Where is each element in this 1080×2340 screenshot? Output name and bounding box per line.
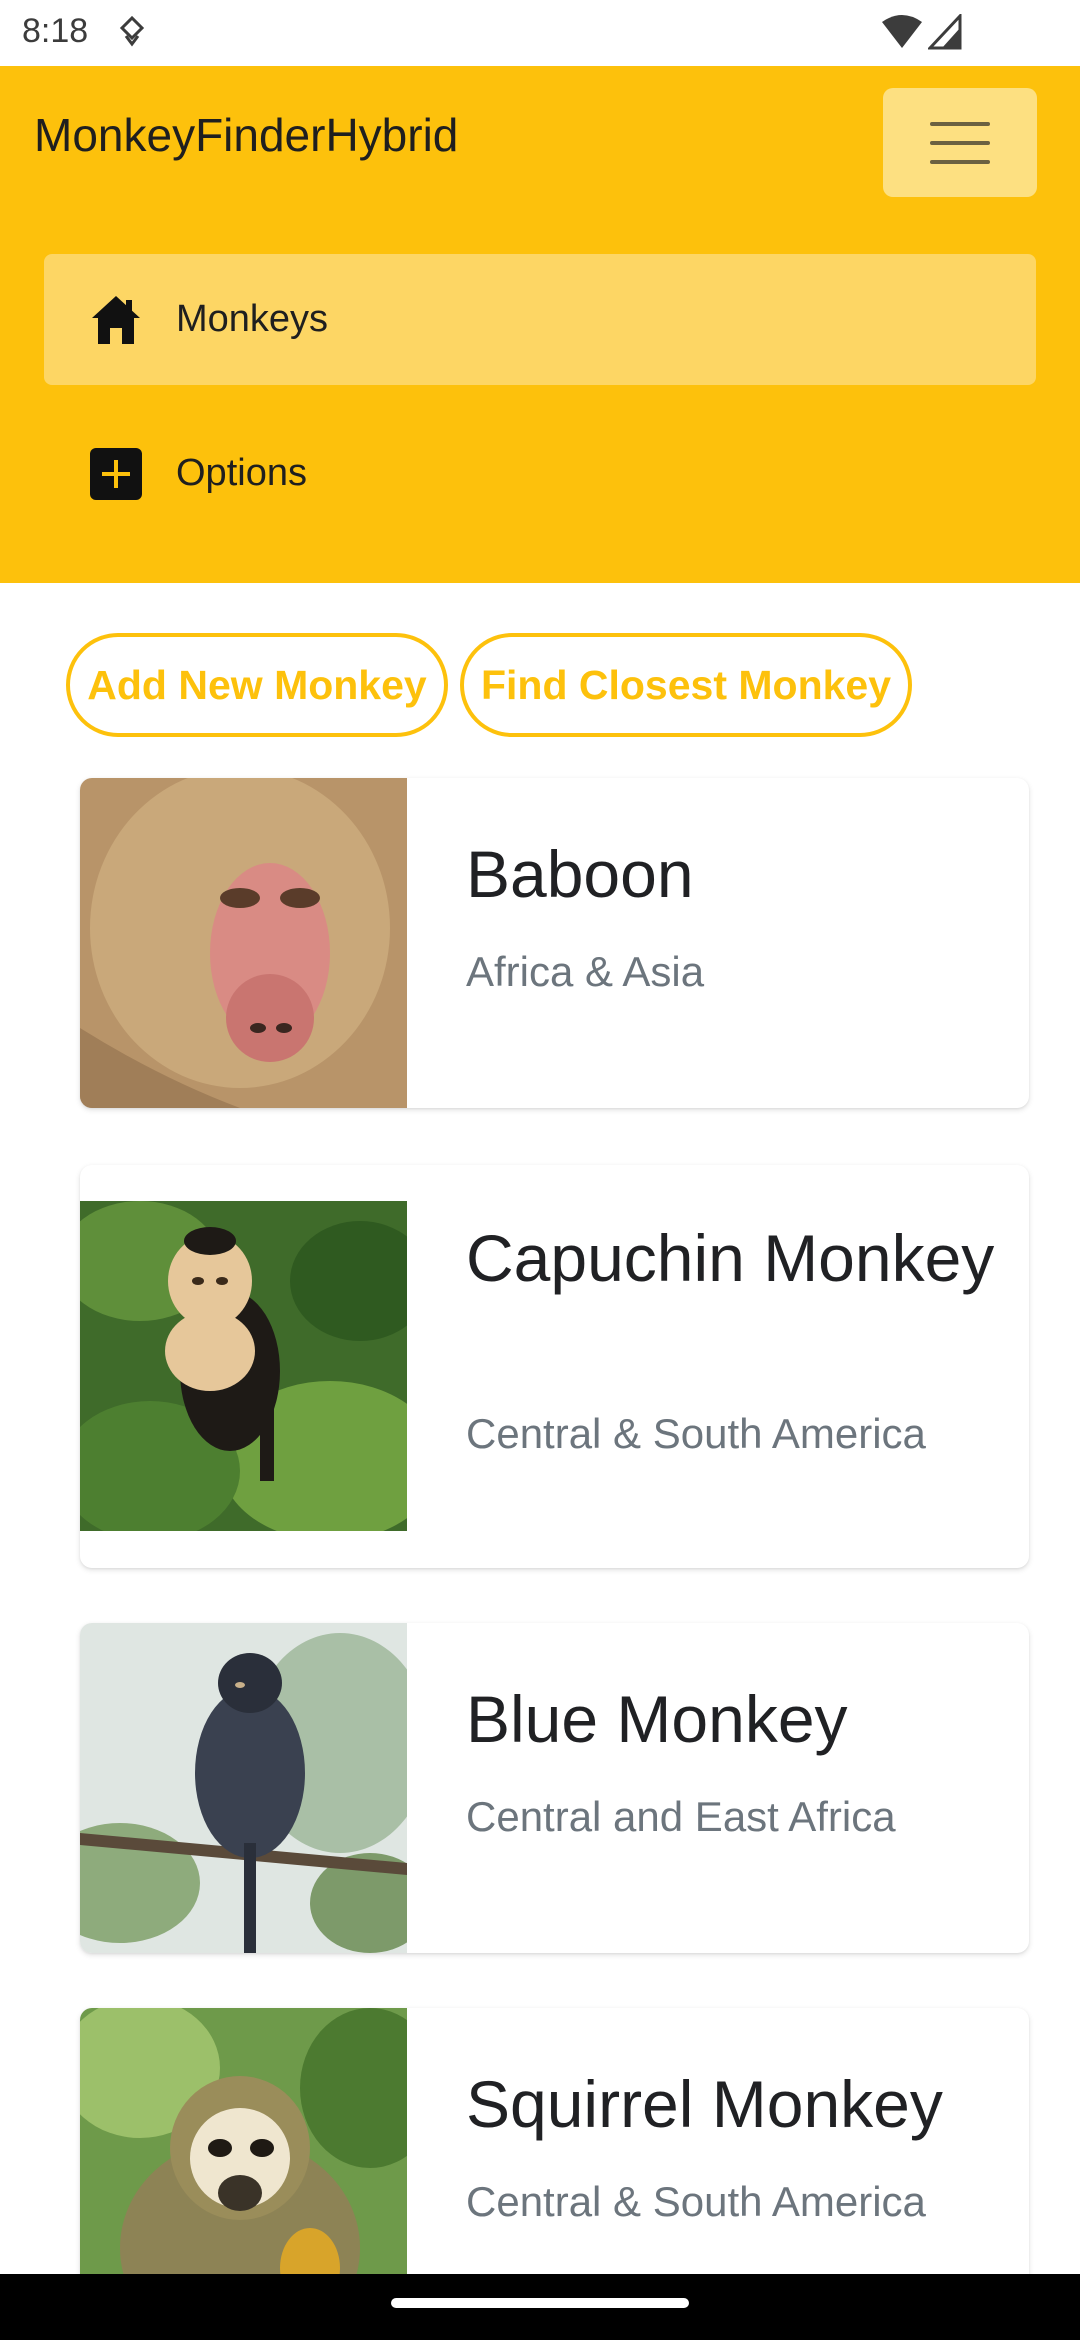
menu-toggle-button[interactable] <box>883 88 1037 197</box>
nav-item-monkeys[interactable]: Monkeys <box>44 254 1036 385</box>
status-bar: 8:18 <box>0 0 1080 66</box>
status-time: 8:18 <box>22 12 89 50</box>
monkey-card[interactable]: Blue Monkey Central and East Africa <box>80 1623 1029 1953</box>
cellular-signal-icon <box>928 14 962 50</box>
action-bar: Add New Monkey Find Closest Monkey <box>0 633 1080 737</box>
monkey-name: Blue Monkey <box>466 1682 848 1756</box>
wifi-icon <box>882 15 922 48</box>
data-saver-icon <box>119 16 145 47</box>
monkey-location: Central and East Africa <box>466 1793 896 1840</box>
monkey-name: Squirrel Monkey <box>466 2067 943 2141</box>
app-brand[interactable]: MonkeyFinderHybrid <box>34 108 458 162</box>
nav-item-options[interactable]: Options <box>44 408 1036 539</box>
monkey-card[interactable]: Baboon Africa & Asia <box>80 778 1029 1108</box>
home-icon <box>92 296 140 344</box>
capuchin-monkey-photo <box>80 1201 407 1531</box>
system-navigation-bar <box>0 2274 1080 2340</box>
home-gesture-handle[interactable] <box>391 2298 689 2308</box>
find-closest-monkey-button[interactable]: Find Closest Monkey <box>460 633 912 737</box>
nav-item-label: Options <box>176 452 307 494</box>
nav-item-label: Monkeys <box>176 298 329 340</box>
monkey-location: Central & South America <box>466 2178 926 2225</box>
monkey-name: Baboon <box>466 837 694 911</box>
hamburger-icon <box>930 122 990 126</box>
monkey-name: Capuchin Monkey <box>466 1221 995 1295</box>
hamburger-bar <box>930 160 990 164</box>
plus-square-icon <box>90 448 142 500</box>
baboon-photo <box>80 778 407 1108</box>
blue-monkey-photo <box>80 1623 407 1953</box>
add-new-monkey-button[interactable]: Add New Monkey <box>66 633 448 737</box>
monkey-location: Africa & Asia <box>466 948 705 995</box>
monkey-location: Central & South America <box>466 1410 926 1457</box>
hamburger-bar <box>930 141 990 145</box>
app-header: MonkeyFinderHybrid Monkeys Options <box>0 66 1080 583</box>
monkey-card[interactable]: Capuchin Monkey Central & South America <box>80 1165 1029 1568</box>
